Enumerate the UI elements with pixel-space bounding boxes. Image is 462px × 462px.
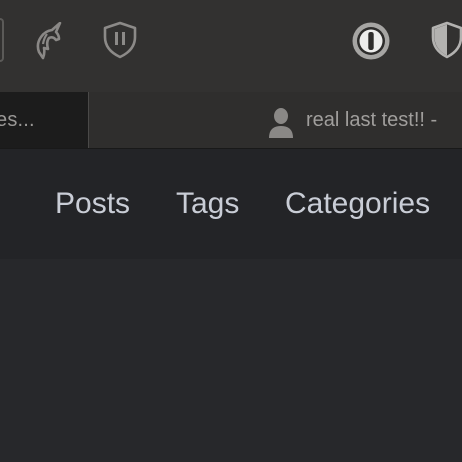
tab-active[interactable]: es...	[0, 92, 89, 148]
nav-link-tags[interactable]: Tags	[176, 187, 239, 221]
tab-inactive-title: real last test!! -	[306, 109, 438, 131]
nav-link-posts[interactable]: Posts	[55, 187, 130, 221]
tab-bar: es... real last test!! -	[0, 92, 462, 149]
tab-inactive[interactable]: real last test!! -	[262, 92, 462, 148]
toolbar-button-edge[interactable]	[0, 18, 4, 62]
browser-toolbar	[0, 0, 462, 92]
shield-icon[interactable]	[430, 21, 462, 59]
unicorn-icon[interactable]	[33, 22, 65, 60]
user-avatar-icon	[269, 108, 293, 138]
pause-shield-icon[interactable]	[102, 21, 138, 59]
site-nav: Posts Tags Categories	[0, 149, 462, 259]
tab-active-title: es...	[0, 109, 35, 131]
nav-link-categories[interactable]: Categories	[285, 187, 430, 221]
page-content	[0, 259, 462, 462]
password-manager-icon[interactable]	[351, 21, 391, 61]
